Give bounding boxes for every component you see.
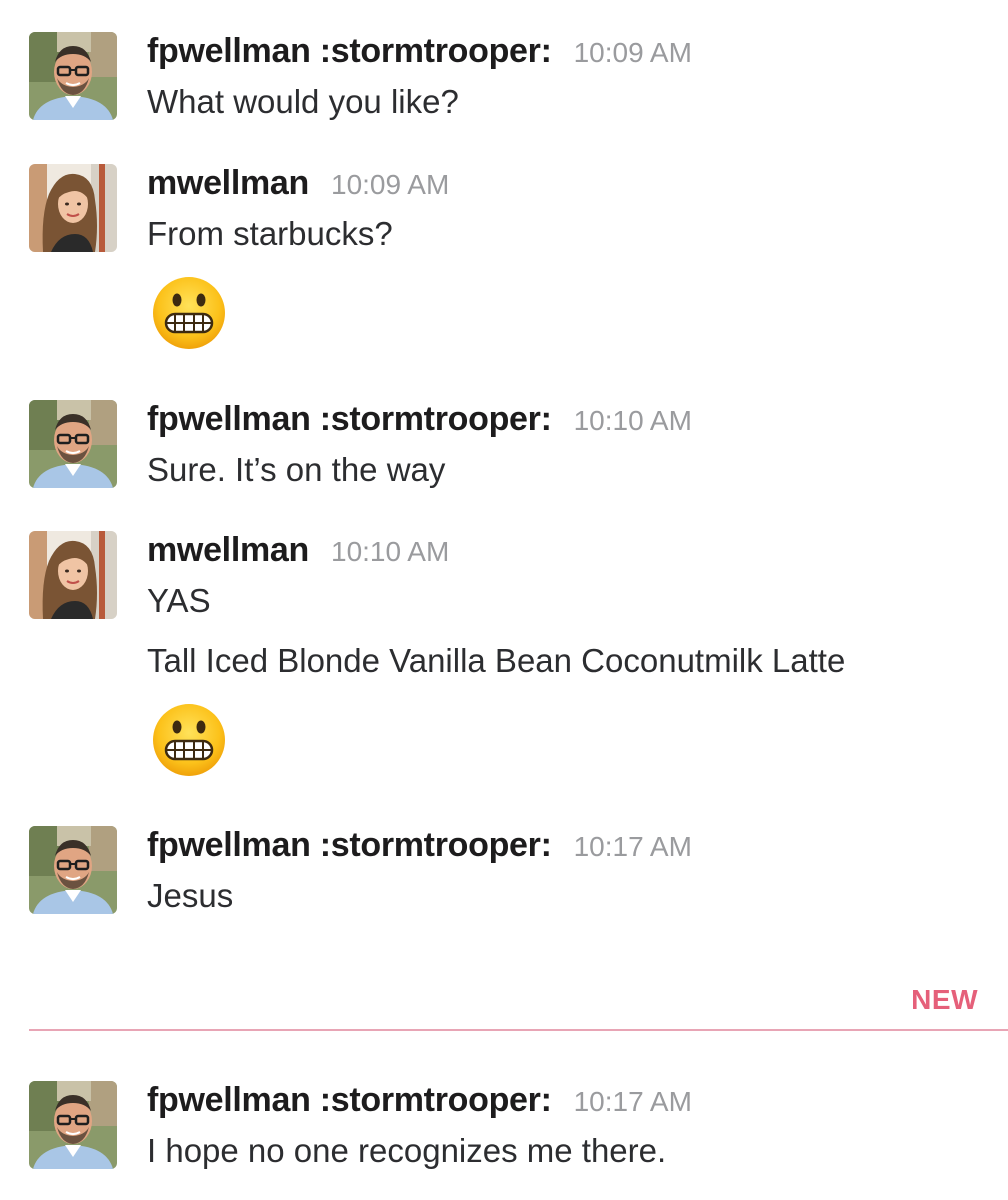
avatar[interactable] [29, 1081, 117, 1169]
grimacing-face-emoji-icon [152, 276, 226, 350]
avatar[interactable] [29, 32, 117, 120]
message-text: I hope no one recognizes me there. [147, 1132, 667, 1169]
timestamp[interactable]: 10:10 AM [574, 405, 692, 436]
woman-avatar-icon [29, 164, 117, 252]
message-text: YAS [147, 582, 211, 619]
timestamp[interactable]: 10:10 AM [331, 536, 449, 567]
man-avatar-icon [29, 1081, 117, 1169]
new-messages-divider [29, 1029, 1008, 1031]
message-header: fpwellman :stormtrooper: 10:17 AM [147, 826, 1008, 864]
timestamp[interactable]: 10:09 AM [574, 37, 692, 68]
message-header: fpwellman :stormtrooper: 10:10 AM [147, 400, 1008, 438]
username[interactable]: fpwellman :stormtrooper: [147, 400, 552, 438]
message-text: From starbucks? [147, 215, 393, 252]
username[interactable]: fpwellman :stormtrooper: [147, 32, 552, 70]
message-header: mwellman 10:09 AM [147, 164, 1008, 202]
man-avatar-icon [29, 32, 117, 120]
message-text: What would you like? [147, 83, 459, 120]
message-header: fpwellman :stormtrooper: 10:17 AM [147, 1081, 1008, 1119]
avatar[interactable] [29, 164, 117, 252]
woman-avatar-icon [29, 531, 117, 619]
username[interactable]: fpwellman :stormtrooper: [147, 1081, 552, 1119]
man-avatar-icon [29, 826, 117, 914]
username[interactable]: mwellman [147, 164, 309, 202]
timestamp[interactable]: 10:09 AM [331, 169, 449, 200]
avatar[interactable] [29, 531, 117, 619]
man-avatar-icon [29, 400, 117, 488]
new-messages-label: NEW [911, 984, 978, 1015]
message-text: Tall Iced Blonde Vanilla Bean Coconutmil… [147, 642, 846, 679]
message-header: fpwellman :stormtrooper: 10:09 AM [147, 32, 1008, 70]
username[interactable]: mwellman [147, 531, 309, 569]
timestamp[interactable]: 10:17 AM [574, 1086, 692, 1117]
grimacing-face-emoji-icon [152, 703, 226, 777]
message-feed: fpwellman :stormtrooper: 10:09 AM What wo… [0, 0, 1008, 1200]
message-text: Jesus [147, 877, 234, 914]
message-header: mwellman 10:10 AM [147, 531, 1008, 569]
avatar[interactable] [29, 826, 117, 914]
avatar[interactable] [29, 400, 117, 488]
timestamp[interactable]: 10:17 AM [574, 831, 692, 862]
message-text: Sure. It’s on the way [147, 451, 446, 488]
username[interactable]: fpwellman :stormtrooper: [147, 826, 552, 864]
